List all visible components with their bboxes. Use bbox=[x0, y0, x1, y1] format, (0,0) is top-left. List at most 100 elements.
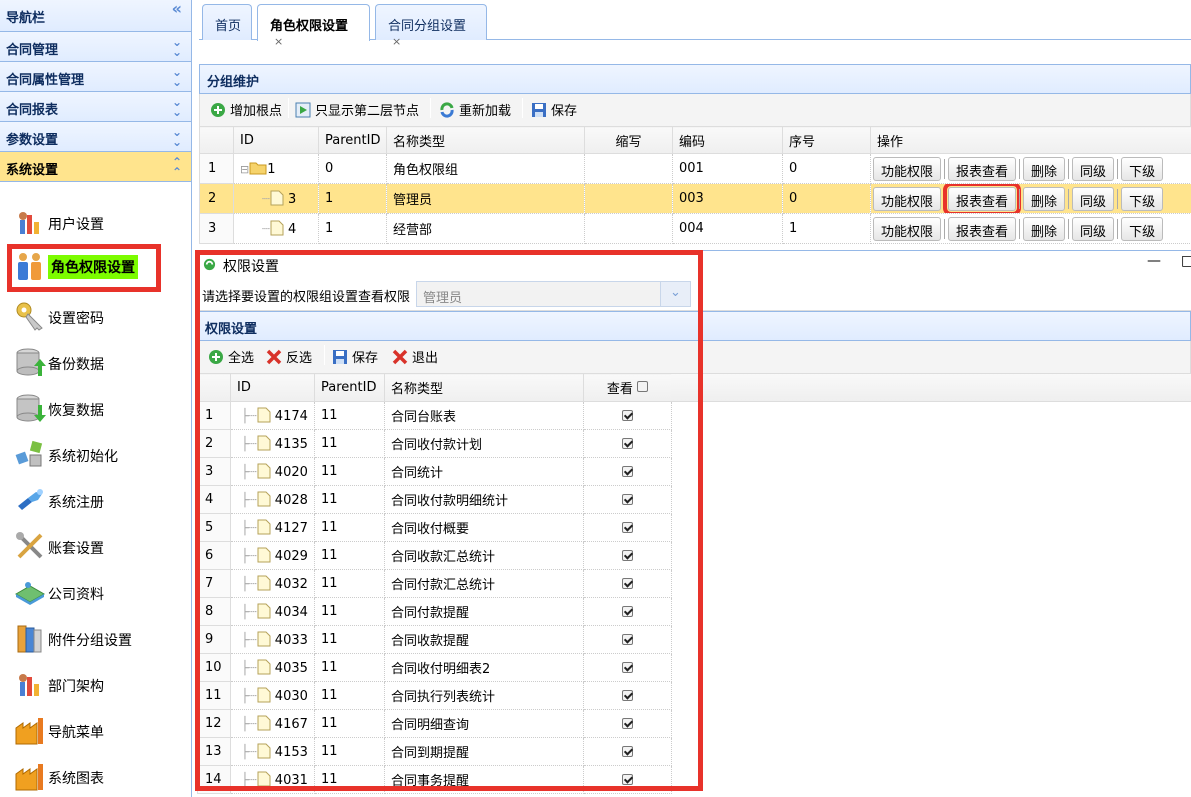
sidebar-item-system-register[interactable]: 系统注册 bbox=[14, 480, 184, 520]
sub-level-button[interactable]: 下级 bbox=[1121, 186, 1164, 211]
sidebar-item-system-init[interactable]: 系统初始化 bbox=[14, 434, 184, 474]
add-root-button[interactable]: 增加根点 bbox=[210, 94, 282, 120]
table-row[interactable]: 3 ┈ 4 1 经营部 004 1 功能权限 报表查看 删除 同级 下级 bbox=[199, 213, 1191, 244]
tab-role-permission[interactable]: 角色权限设置× bbox=[257, 4, 370, 48]
permission-row[interactable]: 3 ├┈ 4020 11 合同统计 bbox=[197, 457, 672, 486]
view-checkbox[interactable] bbox=[622, 410, 633, 421]
col-id[interactable]: ID bbox=[230, 373, 315, 402]
permission-row[interactable]: 6 ├┈ 4029 11 合同收款汇总统计 bbox=[197, 541, 672, 570]
view-checkbox[interactable] bbox=[622, 718, 633, 729]
chevron-down-icon[interactable]: ⌄ ⌄ bbox=[172, 126, 182, 148]
permission-row[interactable]: 13 ├┈ 4153 11 合同到期提醒 bbox=[197, 737, 672, 766]
sidebar-item-company-info[interactable]: 公司资料 bbox=[14, 572, 184, 612]
view-checkbox[interactable] bbox=[622, 494, 633, 505]
save-button[interactable]: 保存 bbox=[531, 94, 577, 120]
view-checkbox[interactable] bbox=[622, 662, 633, 673]
permission-row[interactable]: 14 ├┈ 4031 11 合同事务提醒 bbox=[197, 765, 672, 794]
permission-row[interactable]: 7 ├┈ 4032 11 合同付款汇总统计 bbox=[197, 569, 672, 598]
permission-row[interactable]: 8 ├┈ 4034 11 合同付款提醒 bbox=[197, 597, 672, 626]
col-abbr[interactable]: 缩写 bbox=[584, 126, 673, 154]
accordion-contract-report[interactable]: 合同报表 ⌄ ⌄ bbox=[0, 92, 191, 122]
col-name[interactable]: 名称类型 bbox=[384, 373, 584, 402]
sidebar-item-nav-menu[interactable]: 导航菜单 bbox=[14, 710, 184, 750]
col-parentid[interactable]: ParentID bbox=[318, 126, 387, 154]
tree-collapse-icon[interactable]: ⊟ bbox=[240, 163, 249, 176]
same-level-button[interactable]: 同级 bbox=[1072, 216, 1115, 241]
delete-button[interactable]: 删除 bbox=[1023, 156, 1066, 181]
col-ops[interactable]: 操作 bbox=[870, 126, 1191, 154]
view-checkbox[interactable] bbox=[622, 522, 633, 533]
delete-button[interactable]: 删除 bbox=[1023, 216, 1066, 241]
sub-level-button[interactable]: 下级 bbox=[1121, 216, 1164, 241]
sidebar-item-user-settings[interactable]: 用户设置 bbox=[14, 202, 184, 242]
chevron-down-icon[interactable]: ⌄ ⌄ bbox=[172, 66, 182, 88]
permission-row[interactable]: 1 ├┈ 4174 11 合同台账表 bbox=[197, 401, 672, 430]
view-checkbox[interactable] bbox=[622, 774, 633, 785]
permission-row[interactable]: 12 ├┈ 4167 11 合同明细查询 bbox=[197, 709, 672, 738]
same-level-button[interactable]: 同级 bbox=[1072, 156, 1115, 181]
table-row[interactable]: 1 ⊟ 1 0 角色权限组 001 0 功能权限 报表查看 删除 同级 下级 bbox=[199, 153, 1191, 184]
permission-row[interactable]: 5 ├┈ 4127 11 合同收付概要 bbox=[197, 513, 672, 542]
col-id[interactable]: ID bbox=[233, 126, 319, 154]
chevron-down-icon[interactable]: ⌄ ⌄ bbox=[172, 96, 182, 118]
view-checkbox[interactable] bbox=[622, 466, 633, 477]
select-all-button[interactable]: 全选 bbox=[208, 341, 254, 367]
col-code[interactable]: 编码 bbox=[672, 126, 783, 154]
sidebar-item-backup[interactable]: 备份数据 bbox=[14, 342, 184, 382]
view-checkbox[interactable] bbox=[622, 550, 633, 561]
chevron-up-icon[interactable]: ⌃ ⌃ bbox=[172, 156, 182, 178]
sidebar-item-system-chart[interactable]: 系统图表 bbox=[14, 756, 184, 796]
reload-button[interactable]: 重新加载 bbox=[439, 94, 511, 120]
accordion-contract-attr[interactable]: 合同属性管理 ⌄ ⌄ bbox=[0, 62, 191, 92]
show-second-level-button[interactable]: 只显示第二层节点 bbox=[295, 94, 419, 120]
permission-row[interactable]: 9 ├┈ 4033 11 合同收款提醒 bbox=[197, 625, 672, 654]
view-checkbox[interactable] bbox=[622, 746, 633, 757]
accordion-system-settings[interactable]: 系统设置 ⌃ ⌃ bbox=[0, 152, 191, 182]
func-permission-button[interactable]: 功能权限 bbox=[873, 186, 942, 211]
report-view-button[interactable]: 报表查看 bbox=[948, 156, 1017, 181]
collapse-sidebar-icon[interactable]: « bbox=[172, 1, 182, 17]
sidebar-item-account-settings[interactable]: 账套设置 bbox=[14, 526, 184, 566]
tab-home[interactable]: 首页 bbox=[202, 4, 252, 40]
accordion-params[interactable]: 参数设置 ⌄ ⌄ bbox=[0, 122, 191, 152]
col-name[interactable]: 名称类型 bbox=[386, 126, 585, 154]
view-all-checkbox[interactable] bbox=[637, 381, 649, 392]
sidebar-item-attachment-group[interactable]: 附件分组设置 bbox=[14, 618, 184, 658]
view-checkbox[interactable] bbox=[622, 438, 633, 449]
same-level-button[interactable]: 同级 bbox=[1072, 186, 1115, 211]
table-row-selected[interactable]: 2 ┈ 3 1 管理员 003 0 功能权限 报表查看 删除 同级 下级 bbox=[199, 183, 1191, 214]
view-checkbox[interactable] bbox=[622, 606, 633, 617]
sidebar-item-department[interactable]: 部门架构 bbox=[14, 664, 184, 704]
view-checkbox[interactable] bbox=[622, 634, 633, 645]
sub-level-button[interactable]: 下级 bbox=[1121, 156, 1164, 181]
report-view-button[interactable]: 报表查看 bbox=[948, 216, 1017, 241]
tab-contract-group[interactable]: 合同分组设置× bbox=[375, 4, 487, 48]
col-parentid[interactable]: ParentID bbox=[314, 373, 385, 402]
close-icon[interactable]: × bbox=[274, 35, 283, 48]
sidebar-item-restore[interactable]: 恢复数据 bbox=[14, 388, 184, 428]
chevron-down-icon[interactable]: ⌄ ⌄ bbox=[172, 36, 182, 58]
sidebar-item-role-permission[interactable]: 角色权限设置 bbox=[14, 246, 184, 286]
permission-row[interactable]: 4 ├┈ 4028 11 合同收付款明细统计 bbox=[197, 485, 672, 514]
report-view-button-highlighted[interactable]: 报表查看 bbox=[943, 184, 1022, 213]
exit-button[interactable]: 退出 bbox=[392, 341, 438, 367]
permission-row[interactable]: 2 ├┈ 4135 11 合同收付款计划 bbox=[197, 429, 672, 458]
accordion-contract-manage[interactable]: 合同管理 ⌄ ⌄ bbox=[0, 32, 191, 62]
sidebar-item-set-password[interactable]: 设置密码 bbox=[14, 296, 184, 336]
permission-group-select[interactable]: 管理员 ⌄ bbox=[416, 281, 691, 307]
minimize-icon[interactable]: — bbox=[1147, 253, 1161, 269]
func-permission-button[interactable]: 功能权限 bbox=[873, 216, 942, 241]
view-checkbox[interactable] bbox=[622, 578, 633, 589]
maximize-icon[interactable]: □ bbox=[1181, 253, 1191, 269]
close-icon[interactable]: × bbox=[392, 35, 401, 48]
chevron-down-icon[interactable]: ⌄ bbox=[670, 285, 681, 300]
invert-select-button[interactable]: 反选 bbox=[266, 341, 312, 367]
permission-row[interactable]: 11 ├┈ 4030 11 合同执行列表统计 bbox=[197, 681, 672, 710]
col-seq[interactable]: 序号 bbox=[782, 126, 871, 154]
view-checkbox[interactable] bbox=[622, 690, 633, 701]
delete-button[interactable]: 删除 bbox=[1023, 186, 1066, 211]
dialog-save-button[interactable]: 保存 bbox=[332, 341, 378, 367]
func-permission-button[interactable]: 功能权限 bbox=[873, 156, 942, 181]
permission-row[interactable]: 10 ├┈ 4035 11 合同收付明细表2 bbox=[197, 653, 672, 682]
select-dropdown-button[interactable]: ⌄ bbox=[660, 282, 690, 306]
